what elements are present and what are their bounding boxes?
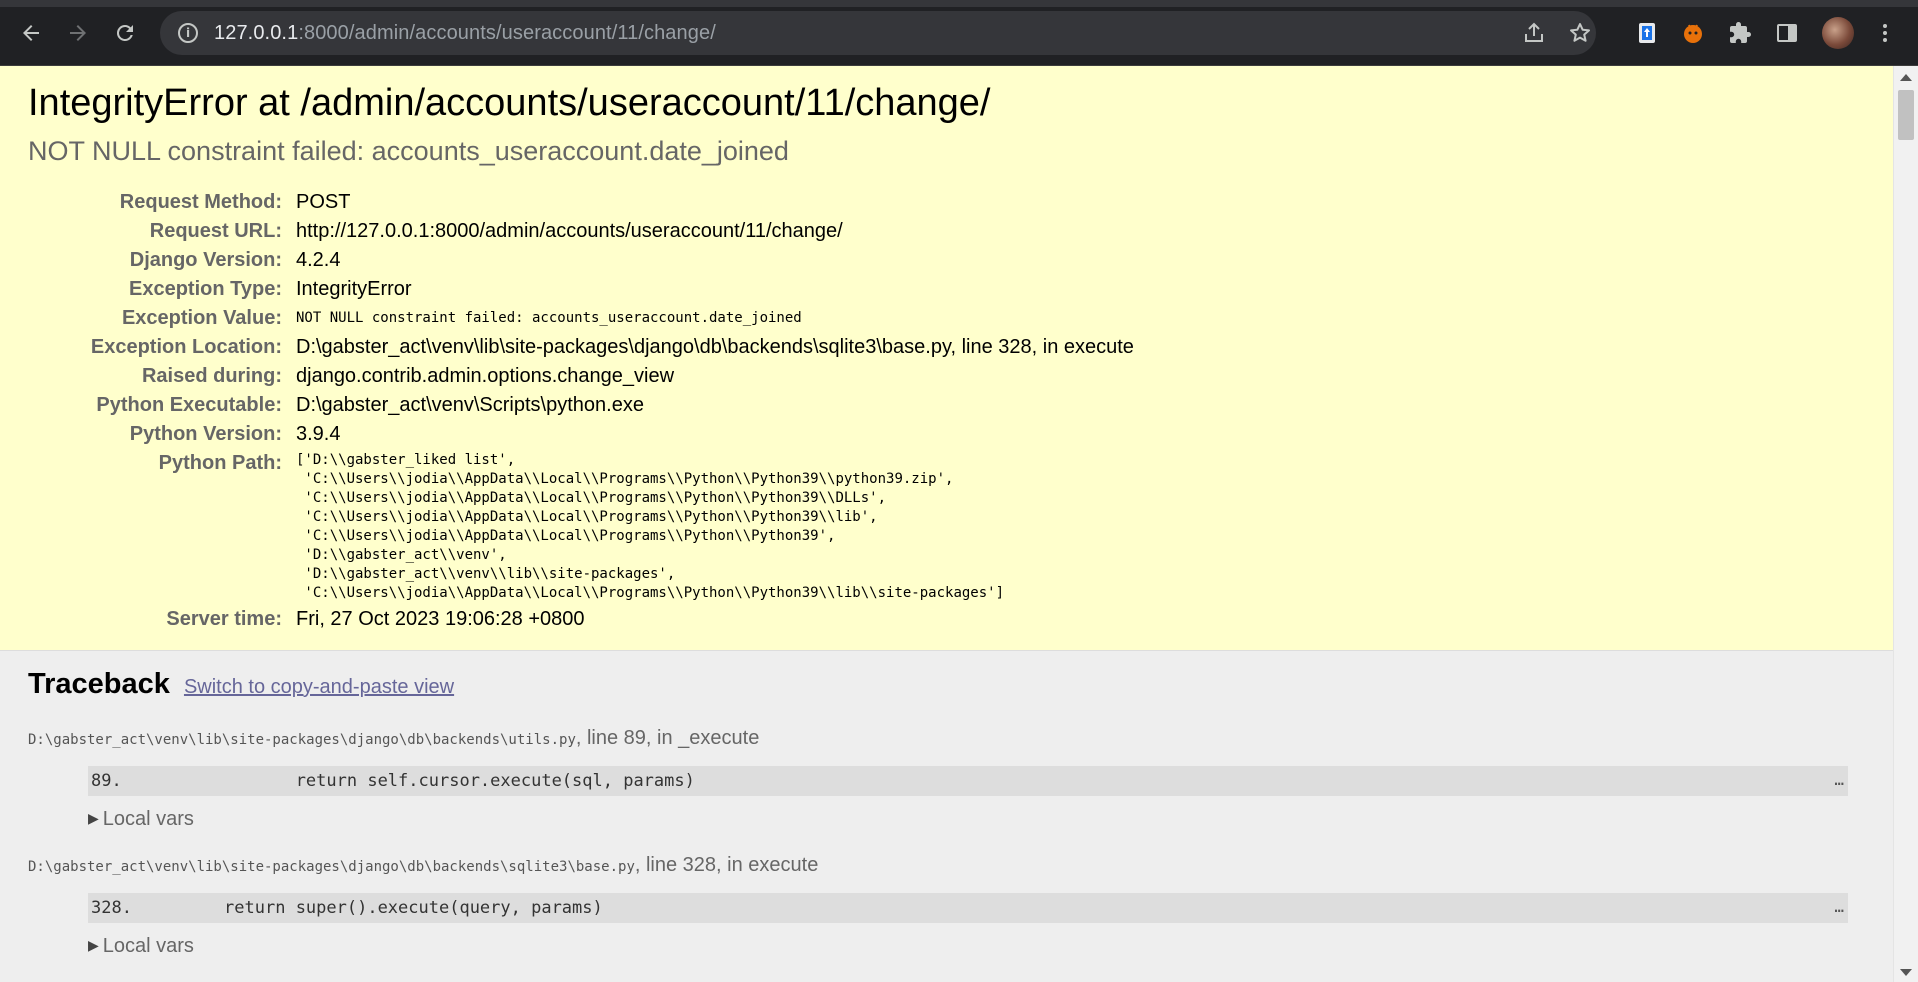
expand-context-button[interactable]: … bbox=[1834, 897, 1844, 916]
scroll-down-arrow-icon[interactable] bbox=[1900, 969, 1912, 976]
frame-code-line[interactable]: 328. return super().execute(query, param… bbox=[88, 893, 1848, 923]
meta-row: Exception Value: NOT NULL constraint fail… bbox=[28, 304, 1134, 333]
meta-value: IntegrityError bbox=[296, 278, 412, 300]
meta-label: Python Version: bbox=[129, 423, 282, 445]
meta-value: ['D:\\gabster_liked list', 'C:\\Users\\j… bbox=[296, 449, 1134, 605]
meta-row: Raised during: django.contrib.admin.optio… bbox=[28, 362, 1134, 391]
scroll-thumb[interactable] bbox=[1898, 90, 1914, 140]
meta-row: Django Version: 4.2.4 bbox=[28, 246, 1134, 275]
frame-file: D:\gabster_act\venv\lib\site-packages\dj… bbox=[28, 859, 635, 875]
meta-label: Python Executable: bbox=[96, 394, 282, 416]
meta-value: django.contrib.admin.options.change_view bbox=[296, 365, 675, 387]
tab-strip-edge bbox=[0, 0, 1918, 7]
url-path: :8000/admin/accounts/useraccount/11/chan… bbox=[298, 21, 716, 44]
url-host: 127.0.0.1 bbox=[214, 21, 299, 44]
exception-message: NOT NULL constraint failed: accounts_use… bbox=[28, 136, 789, 166]
meta-value: D:\gabster_act\venv\Scripts\python.exe bbox=[296, 394, 644, 416]
meta-row: Exception Type: IntegrityError bbox=[28, 275, 1134, 304]
meta-value: 3.9.4 bbox=[296, 423, 341, 445]
meta-value: 4.2.4 bbox=[296, 249, 341, 271]
meta-label: Exception Location: bbox=[90, 336, 282, 358]
extension-icon[interactable] bbox=[1632, 18, 1662, 48]
kebab-menu-icon[interactable] bbox=[1870, 18, 1900, 48]
error-summary: IntegrityError at /admin/accounts/userac… bbox=[0, 66, 1893, 651]
share-icon[interactable] bbox=[1522, 21, 1546, 51]
scroll-up-arrow-icon[interactable] bbox=[1900, 74, 1912, 81]
reload-icon[interactable] bbox=[110, 18, 140, 48]
meta-value: D:\gabster_act\venv\lib\site-packages\dj… bbox=[296, 336, 1134, 358]
side-panel-icon[interactable] bbox=[1772, 18, 1802, 48]
meta-row: Exception Location: D:\gabster_act\venv\l… bbox=[28, 333, 1134, 362]
meta-row: Python Executable: D:\gabster_act\venv\Sc… bbox=[28, 391, 1134, 420]
local-vars-toggle[interactable]: ▶ Local vars bbox=[88, 933, 1865, 960]
meta-row: Request URL: http://127.0.0.1:8000/admin/… bbox=[28, 217, 1134, 246]
meta-label: Python Path: bbox=[158, 452, 282, 474]
star-icon[interactable] bbox=[1568, 21, 1592, 51]
python-path-value: ['D:\\gabster_liked list', 'C:\\Users\\j… bbox=[296, 452, 1005, 601]
frame-code: 328. return super().execute(query, param… bbox=[91, 898, 603, 918]
expand-context-button[interactable]: … bbox=[1834, 770, 1844, 789]
forward-arrow-icon[interactable] bbox=[63, 18, 93, 48]
meta-label: Exception Value: bbox=[121, 307, 282, 329]
triangle-right-icon: ▶ bbox=[88, 937, 99, 953]
traceback-frames: D:\gabster_act\venv\lib\site-packages\dj… bbox=[28, 726, 1865, 960]
local-vars-label: Local vars bbox=[102, 808, 194, 830]
traceback-frame: D:\gabster_act\venv\lib\site-packages\dj… bbox=[28, 853, 1865, 960]
meta-row: Server time: Fri, 27 Oct 2023 19:06:28 +0… bbox=[28, 605, 1134, 634]
triangle-right-icon: ▶ bbox=[88, 810, 99, 826]
switch-to-copy-paste-link[interactable]: Switch to copy-and-paste view bbox=[184, 676, 454, 698]
meta-value: Fri, 27 Oct 2023 19:06:28 +0800 bbox=[296, 608, 585, 630]
meta-value: http://127.0.0.1:8000/admin/accounts/use… bbox=[296, 220, 843, 242]
meta-label: Exception Type: bbox=[129, 278, 282, 300]
frame-line-info: , line 89, in _execute bbox=[575, 727, 760, 749]
back-arrow-icon[interactable] bbox=[16, 18, 46, 48]
local-vars-toggle[interactable]: ▶ Local vars bbox=[88, 806, 1865, 833]
info-icon[interactable]: i bbox=[178, 23, 198, 43]
avatar[interactable] bbox=[1822, 17, 1854, 49]
page-scrollbar[interactable] bbox=[1893, 66, 1918, 982]
page-content: IntegrityError at /admin/accounts/userac… bbox=[0, 66, 1893, 982]
frame-location: D:\gabster_act\venv\lib\site-packages\dj… bbox=[28, 726, 1865, 752]
address-url[interactable]: 127.0.0.1:8000/admin/accounts/useraccoun… bbox=[214, 22, 716, 45]
traceback-section: Traceback Switch to copy-and-paste view … bbox=[0, 651, 1893, 974]
traceback-title: Traceback bbox=[28, 668, 170, 700]
request-meta-table: Request Method: POST Request URL: http://12… bbox=[28, 188, 1134, 634]
frame-code: 89. return self.cursor.execute(sql, para… bbox=[91, 771, 695, 791]
meta-label: Request URL: bbox=[149, 220, 282, 242]
meta-label: Raised during: bbox=[141, 365, 282, 387]
frame-code-line[interactable]: 89. return self.cursor.execute(sql, para… bbox=[88, 766, 1848, 796]
traceback-heading: Traceback Switch to copy-and-paste view bbox=[28, 665, 1865, 706]
local-vars-label: Local vars bbox=[102, 935, 194, 957]
browser-toolbar: i 127.0.0.1:8000/admin/accounts/useracco… bbox=[0, 0, 1918, 66]
traceback-frame: D:\gabster_act\venv\lib\site-packages\dj… bbox=[28, 726, 1865, 833]
frame-location: D:\gabster_act\venv\lib\site-packages\dj… bbox=[28, 853, 1865, 879]
frame-line-info: , line 328, in execute bbox=[634, 854, 819, 876]
extension-icon[interactable] bbox=[1678, 18, 1708, 48]
puzzle-icon[interactable] bbox=[1725, 18, 1755, 48]
address-bar[interactable]: i 127.0.0.1:8000/admin/accounts/useracco… bbox=[160, 11, 1596, 55]
meta-label: Server time: bbox=[166, 608, 282, 630]
meta-row: Python Version: 3.9.4 bbox=[28, 420, 1134, 449]
meta-row: Python Path: ['D:\\gabster_liked list', '… bbox=[28, 449, 1134, 605]
meta-value: NOT NULL constraint failed: accounts_use… bbox=[296, 310, 802, 326]
meta-label: Django Version: bbox=[129, 249, 282, 271]
meta-row: Request Method: POST bbox=[28, 188, 1134, 217]
page-title: IntegrityError at /admin/accounts/userac… bbox=[28, 82, 991, 124]
meta-value: POST bbox=[296, 191, 351, 213]
meta-label: Request Method: bbox=[119, 191, 282, 213]
frame-file: D:\gabster_act\venv\lib\site-packages\dj… bbox=[28, 732, 576, 748]
